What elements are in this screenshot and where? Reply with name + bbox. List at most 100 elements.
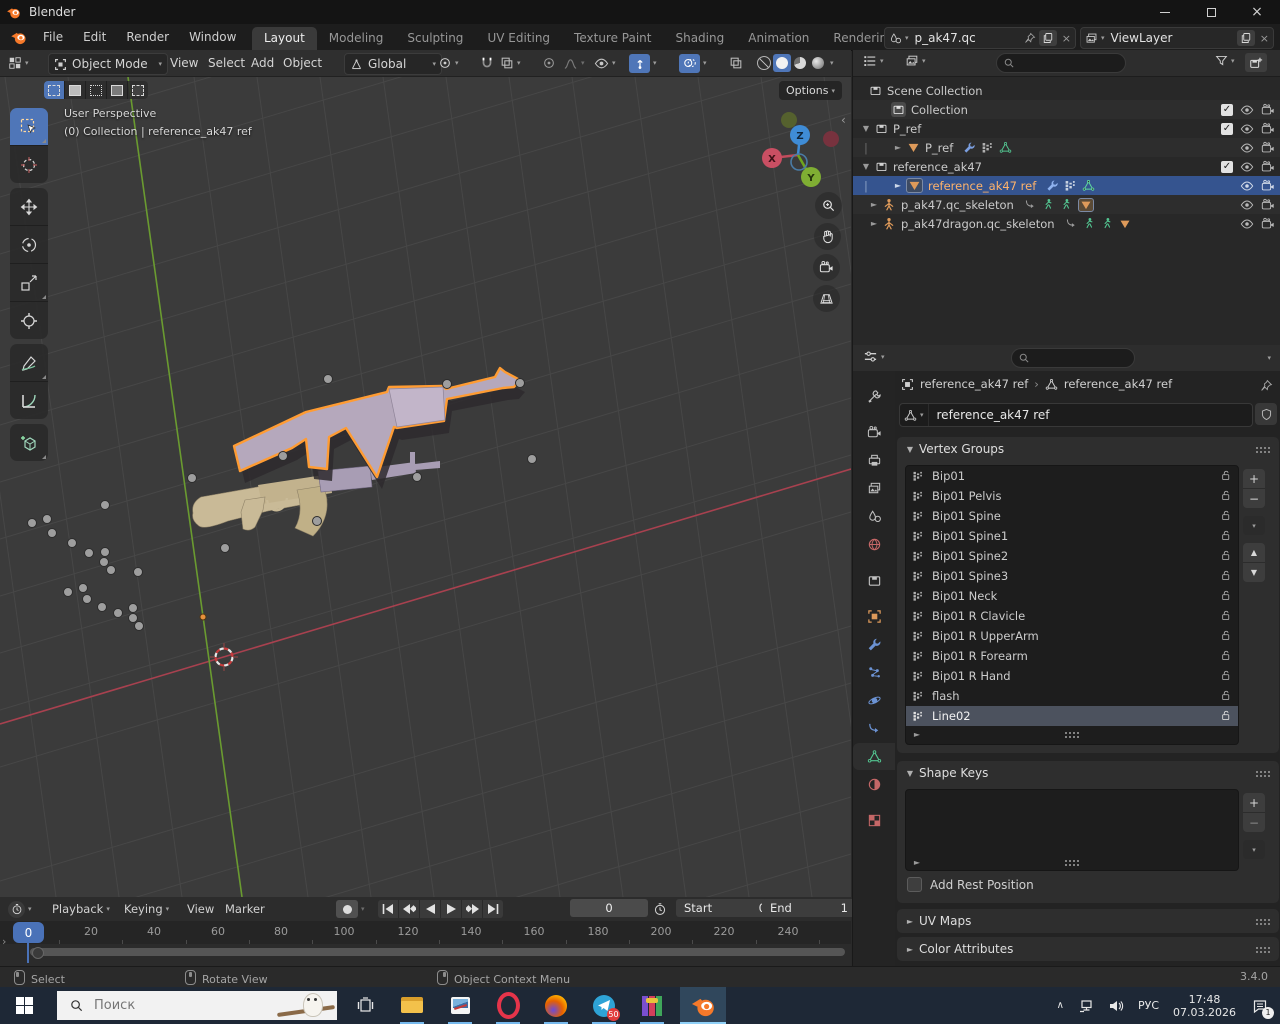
breadcrumb-object[interactable]: reference_ak47 ref xyxy=(920,377,1028,391)
proportional-edit-toggle[interactable] xyxy=(542,53,556,73)
shape-keys-panel-header[interactable]: ▼ Shape Keys xyxy=(897,761,1279,785)
image-editor-button[interactable] xyxy=(440,987,480,1024)
blender-menu-icon[interactable] xyxy=(10,29,27,46)
render-camera-icon[interactable] xyxy=(1261,160,1275,174)
lock-open-icon[interactable] xyxy=(1219,709,1232,722)
list-resize-grip[interactable] xyxy=(1064,859,1080,866)
outliner-row-collection[interactable]: Collection ✓ xyxy=(853,100,1280,119)
select-intersect-button[interactable] xyxy=(128,81,148,99)
network-icon[interactable] xyxy=(1078,998,1094,1014)
outliner-row-reference-ak47-ref[interactable]: | ► reference_ak47 ref xyxy=(853,176,1280,195)
hide-eye-icon[interactable] xyxy=(1240,122,1254,136)
outliner-filter-button[interactable]: ▾ xyxy=(1215,54,1235,67)
tool-measure[interactable] xyxy=(10,382,48,419)
lock-open-icon[interactable] xyxy=(1219,569,1232,582)
scrollbar-knob[interactable] xyxy=(32,947,44,959)
properties-search[interactable] xyxy=(1011,348,1135,368)
remove-viewlayer-button[interactable]: × xyxy=(1256,32,1273,45)
timeline-view-menu[interactable]: View xyxy=(187,899,214,919)
playback-menu[interactable]: Playback▾ xyxy=(52,899,110,919)
tab-physics[interactable] xyxy=(853,687,895,714)
tool-cursor[interactable] xyxy=(10,146,48,183)
tool-scale[interactable] xyxy=(10,264,48,302)
blender-taskbar-button[interactable] xyxy=(680,987,726,1024)
lock-open-icon[interactable] xyxy=(1219,489,1232,502)
vertex-group-specials-button[interactable]: ▾ xyxy=(1243,516,1265,535)
viewport-menu-select[interactable]: Select xyxy=(208,53,245,73)
vertex-group-row[interactable]: Bip01 xyxy=(906,466,1238,486)
outliner-display-mode-button[interactable]: ▾ xyxy=(905,54,926,68)
viewlayer-name[interactable]: ViewLayer xyxy=(1109,31,1236,45)
vertex-group-row[interactable]: Bip01 R Clavicle xyxy=(906,606,1238,626)
vertex-group-row[interactable]: Bip01 Pelvis xyxy=(906,486,1238,506)
snap-settings-button[interactable]: ▾ xyxy=(500,53,521,73)
tab-modeling[interactable]: Modeling xyxy=(317,27,396,50)
task-view-button[interactable] xyxy=(345,987,385,1024)
close-button[interactable]: × xyxy=(1234,0,1280,24)
auto-keying-toggle[interactable]: ▾ xyxy=(336,899,365,919)
timeline-editor-type-button[interactable]: ▾ xyxy=(8,899,32,919)
tab-material[interactable] xyxy=(853,771,895,798)
timeline-scrollbar[interactable] xyxy=(30,948,845,956)
next-keyframe-button[interactable] xyxy=(462,900,483,918)
ortho-toggle-button[interactable] xyxy=(813,285,840,312)
remove-vertex-group-button[interactable]: − xyxy=(1243,489,1265,508)
outliner-row-pak47-skeleton[interactable]: ► p_ak47.qc_skeleton xyxy=(853,195,1280,214)
move-group-up-button[interactable]: ▲ xyxy=(1243,543,1265,563)
options-button[interactable]: Options▾ xyxy=(779,81,842,100)
show-gizmo-toggle[interactable]: ▾ xyxy=(629,53,657,73)
prev-keyframe-button[interactable] xyxy=(399,900,420,918)
tool-transform[interactable] xyxy=(10,302,48,339)
outliner-search[interactable] xyxy=(996,53,1126,73)
taskbar-search[interactable] xyxy=(57,991,337,1020)
hide-eye-icon[interactable] xyxy=(1240,217,1254,231)
play-reverse-button[interactable] xyxy=(420,900,441,918)
vertex-group-row[interactable]: Bip01 Neck xyxy=(906,586,1238,606)
tab-collection[interactable] xyxy=(853,567,895,594)
hide-eye-icon[interactable] xyxy=(1240,160,1254,174)
hide-eye-icon[interactable] xyxy=(1240,198,1254,212)
show-overlays-toggle[interactable]: ▾ xyxy=(679,53,707,73)
opera-button[interactable] xyxy=(488,987,528,1024)
pivot-point-button[interactable]: ▾ xyxy=(438,53,459,73)
lock-open-icon[interactable] xyxy=(1219,549,1232,562)
tab-modifiers[interactable] xyxy=(853,631,895,658)
vertex-group-row-selected[interactable]: Line02 xyxy=(906,706,1238,726)
lock-open-icon[interactable] xyxy=(1219,629,1232,642)
render-camera-icon[interactable] xyxy=(1261,103,1275,117)
outliner-row-reference-ak47-collection[interactable]: ▼ reference_ak47 ✓ xyxy=(853,157,1280,176)
shape-key-specials-button[interactable]: ▾ xyxy=(1243,840,1265,859)
mesh-name-field[interactable]: ▾ reference_ak47 ref xyxy=(899,403,1253,427)
remove-shape-key-button[interactable]: − xyxy=(1243,813,1265,832)
collapse-arrow-icon[interactable]: ▼ xyxy=(861,124,871,133)
viewport-menu-object[interactable]: Object xyxy=(283,53,322,73)
exclude-checkbox[interactable]: ✓ xyxy=(1221,123,1233,135)
tab-output[interactable] xyxy=(853,447,895,474)
volume-icon[interactable] xyxy=(1108,998,1124,1014)
hide-eye-icon[interactable] xyxy=(1240,179,1254,193)
visibility-dropdown[interactable]: ▾ xyxy=(594,53,616,73)
snap-toggle[interactable] xyxy=(480,53,494,73)
panel-grip[interactable] xyxy=(1255,770,1271,777)
shape-keys-list[interactable]: ► xyxy=(905,789,1239,871)
list-resize-grip[interactable] xyxy=(1064,731,1080,738)
camera-view-button[interactable] xyxy=(813,254,840,281)
vertex-group-row[interactable]: Bip01 Spine2 xyxy=(906,546,1238,566)
zoom-view-button[interactable] xyxy=(815,192,842,219)
lock-open-icon[interactable] xyxy=(1219,589,1232,602)
render-camera-icon[interactable] xyxy=(1261,179,1275,193)
add-vertex-group-button[interactable]: + xyxy=(1243,469,1265,489)
expand-arrow-icon[interactable]: ► xyxy=(869,219,879,228)
lock-open-icon[interactable] xyxy=(1219,469,1232,482)
panel-grip[interactable] xyxy=(1255,446,1271,453)
rifle-top-model[interactable] xyxy=(234,368,525,489)
lock-open-icon[interactable] xyxy=(1219,669,1232,682)
new-viewlayer-button[interactable] xyxy=(1237,30,1255,46)
tab-scene[interactable] xyxy=(853,503,895,530)
clock[interactable]: 17:48 07.03.2026 xyxy=(1173,993,1236,1019)
outliner-row-scene-collection[interactable]: Scene Collection xyxy=(853,81,1280,100)
vertex-group-row[interactable]: Bip01 Spine3 xyxy=(906,566,1238,586)
menu-edit[interactable]: Edit xyxy=(73,24,116,50)
tab-constraints[interactable] xyxy=(853,715,895,742)
use-preview-range-toggle[interactable] xyxy=(653,899,667,919)
